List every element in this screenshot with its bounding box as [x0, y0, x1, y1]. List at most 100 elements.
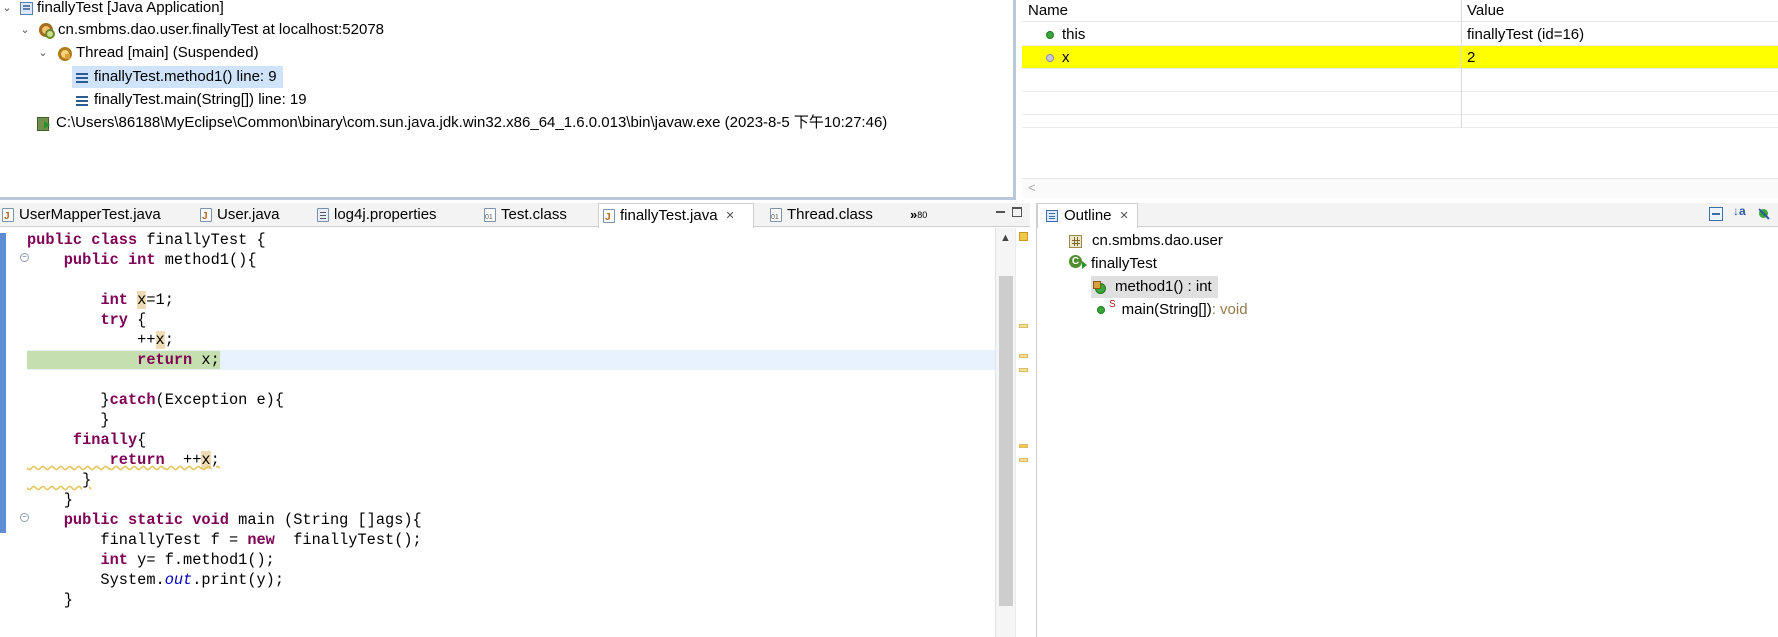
code-line: }	[27, 471, 92, 489]
tab-label: finallyTest.java	[620, 207, 718, 224]
code-line: try {	[100, 311, 147, 329]
overview-ruler[interactable]	[1015, 228, 1030, 637]
scrollbar-thumb[interactable]	[999, 276, 1013, 606]
variable-name: x	[1062, 49, 1070, 66]
class-file-icon	[770, 206, 782, 230]
tree-thread[interactable]: ⌄ Thread [main] (Suspended)	[36, 42, 259, 64]
variable-row-x[interactable]: x 2	[1022, 46, 1778, 69]
debug-target-icon	[38, 22, 55, 39]
expand-arrow-icon[interactable]: ⌄	[18, 19, 32, 41]
scroll-left-icon[interactable]: <	[1028, 180, 1036, 195]
code-line: public int method1(){	[63, 251, 257, 269]
code-line: }	[27, 411, 110, 429]
sort-icon[interactable]	[1733, 204, 1747, 221]
tree-launch[interactable]: ⌄ finallyTest [Java Application]	[0, 0, 224, 19]
column-divider[interactable]	[1461, 0, 1462, 128]
variable-value: 2	[1467, 49, 1476, 66]
column-header-name[interactable]: Name	[1028, 0, 1068, 22]
tab-outline[interactable]: Outline ✕	[1037, 203, 1138, 228]
outline-icon	[1046, 210, 1058, 222]
tab-label: Test.class	[501, 206, 567, 223]
horizontal-scrollbar[interactable]: <	[1022, 178, 1778, 198]
tab-log4j-properties[interactable]: log4j.properties	[317, 203, 437, 227]
member-return-type: : void	[1211, 301, 1248, 318]
collapse-all-icon[interactable]	[1709, 207, 1723, 221]
tab-user[interactable]: User.java	[200, 203, 280, 229]
variable-row-empty	[1022, 115, 1778, 128]
tab-label: User.java	[217, 206, 280, 223]
code-line: int y= f.method1();	[100, 551, 275, 569]
stack-frame-label: finallyTest.main(String[]) line: 19	[94, 91, 307, 108]
code-line: int x=1;	[100, 291, 174, 309]
debug-view: ⌄ finallyTest [Java Application] ⌄ cn.sm…	[0, 0, 1016, 200]
code-line: }	[27, 591, 73, 609]
java-file-icon	[2, 205, 14, 229]
code-line: }catch(Exception e){	[27, 391, 285, 409]
launch-label: finallyTest [Java Application]	[37, 0, 224, 16]
package-label: cn.smbms.dao.user	[1092, 232, 1223, 249]
close-icon[interactable]: ✕	[1120, 204, 1129, 228]
package-icon	[1069, 234, 1082, 248]
expand-arrow-icon[interactable]: ⌄	[0, 0, 14, 19]
expand-arrow-icon[interactable]: ⌄	[36, 42, 50, 64]
minimize-icon[interactable]	[996, 207, 1006, 217]
tab-usermappertest[interactable]: UserMapperTest.java	[2, 203, 161, 229]
editor-gutter[interactable]: − −	[8, 228, 29, 637]
class-file-icon	[484, 206, 496, 230]
local-variable-icon	[1046, 30, 1054, 39]
outline-package[interactable]: cn.smbms.dao.user	[1069, 230, 1223, 252]
variable-row-this[interactable]: this finallyTest (id=16)	[1022, 23, 1778, 46]
hide-fields-icon[interactable]	[1757, 207, 1771, 221]
code-line-current: return x;	[27, 350, 995, 370]
tree-process[interactable]: C:\Users\86188\MyEclipse\Common\binary\c…	[36, 112, 887, 134]
local-variable-icon	[1046, 53, 1054, 62]
thread-suspended-icon	[56, 45, 72, 61]
class-icon	[1069, 255, 1087, 271]
column-header-value[interactable]: Value	[1467, 0, 1504, 22]
stack-frame-icon	[76, 71, 88, 83]
close-icon[interactable]: ✕	[726, 204, 735, 228]
maximize-icon[interactable]	[1012, 207, 1022, 217]
variables-view: Name Value this finallyTest (id=16) x 2 …	[1022, 0, 1778, 200]
code-line: }	[27, 491, 73, 509]
tab-label: log4j.properties	[334, 206, 437, 223]
code-editor[interactable]: − − public class finallyTest { public in…	[0, 228, 1030, 637]
code-line: return ++x;	[109, 451, 220, 469]
occurrence-marker[interactable]	[1019, 324, 1028, 328]
code-line: finallyTest f = new finallyTest();	[27, 531, 422, 549]
occurrence-marker[interactable]	[1019, 458, 1028, 462]
outline-title: Outline	[1064, 207, 1112, 224]
member-label: main(String[])	[1121, 301, 1212, 318]
breakpoint-ruler[interactable]	[0, 228, 8, 637]
code-line: finally{	[72, 431, 147, 449]
tab-overflow-button[interactable]: » 80	[910, 203, 927, 227]
java-app-icon	[20, 1, 33, 15]
static-modifier: S	[1109, 299, 1116, 310]
tab-finallytest[interactable]: finallyTest.java ✕	[598, 203, 754, 230]
warning-marker[interactable]	[1019, 444, 1028, 448]
tab-test-class[interactable]: Test.class	[484, 203, 567, 230]
variable-row-empty	[1022, 69, 1778, 92]
java-file-icon	[200, 205, 212, 229]
tab-thread-class[interactable]: Thread.class	[770, 203, 873, 230]
editor-window-controls	[996, 207, 1022, 217]
tab-label: Thread.class	[787, 206, 873, 223]
outline-member[interactable]: S main(String[]) : void	[1097, 299, 1248, 321]
code-line: System.out.print(y);	[27, 571, 285, 589]
stack-frame[interactable]: finallyTest.main(String[]) line: 19	[76, 89, 307, 111]
outline-class[interactable]: finallyTest	[1069, 253, 1157, 275]
tree-target[interactable]: ⌄ cn.smbms.dao.user.finallyTest at local…	[18, 19, 384, 41]
occurrence-marker[interactable]	[1019, 354, 1028, 358]
outline-toolbar	[1709, 204, 1771, 221]
outline-tab-bar: Outline ✕	[1037, 203, 1778, 228]
member-label: method1() : int	[1115, 278, 1212, 295]
warning-summary-icon[interactable]	[1019, 232, 1028, 241]
editor-vertical-scrollbar[interactable]: ▲	[995, 228, 1015, 637]
occurrence-marker[interactable]	[1019, 368, 1028, 372]
scroll-up-icon[interactable]: ▲	[1000, 232, 1011, 244]
stack-frame-selected[interactable]: finallyTest.method1() line: 9	[72, 66, 283, 88]
outline-view: Outline ✕ cn.smbms.dao.user finallyTest …	[1036, 203, 1778, 637]
tab-label: UserMapperTest.java	[19, 206, 161, 223]
